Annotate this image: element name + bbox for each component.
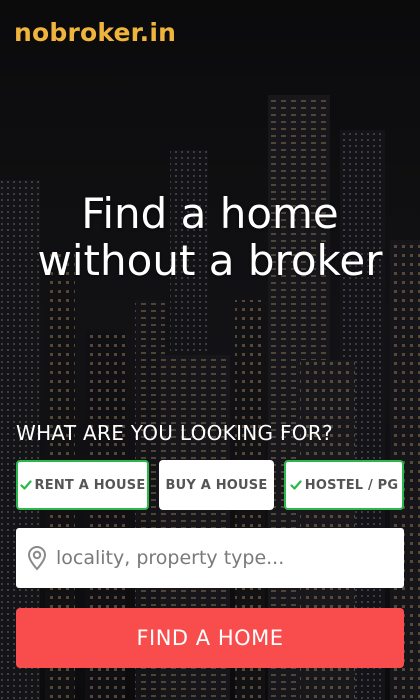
option-hostel-pg[interactable]: HOSTEL / PG	[284, 460, 404, 510]
option-hostel-pg-label: HOSTEL / PG	[304, 477, 399, 493]
check-icon	[290, 480, 302, 490]
option-rent-a-house[interactable]: RENT A HOUSE	[16, 460, 149, 510]
hero-heading-line-1: Find a home	[81, 189, 339, 238]
option-rent-a-house-label: RENT A HOUSE	[34, 477, 146, 493]
search-question-label: WHAT ARE YOU LOOKING FOR?	[16, 421, 333, 445]
location-pin-icon	[27, 546, 47, 571]
home-screen: nobroker.in Find a home without a broker…	[0, 0, 420, 700]
option-buy-a-house[interactable]: BUY A HOUSE	[159, 460, 274, 510]
find-a-home-button[interactable]: FIND A HOME	[16, 608, 404, 668]
option-buy-a-house-label: BUY A HOUSE	[165, 477, 268, 493]
location-search-input[interactable]	[56, 547, 376, 569]
nobroker-logo[interactable]: nobroker.in	[14, 18, 176, 47]
check-icon	[19, 480, 32, 490]
city-skyline-background	[0, 0, 420, 700]
location-search-box[interactable]	[16, 528, 404, 588]
hero-heading-line-2: without a broker	[37, 236, 383, 285]
